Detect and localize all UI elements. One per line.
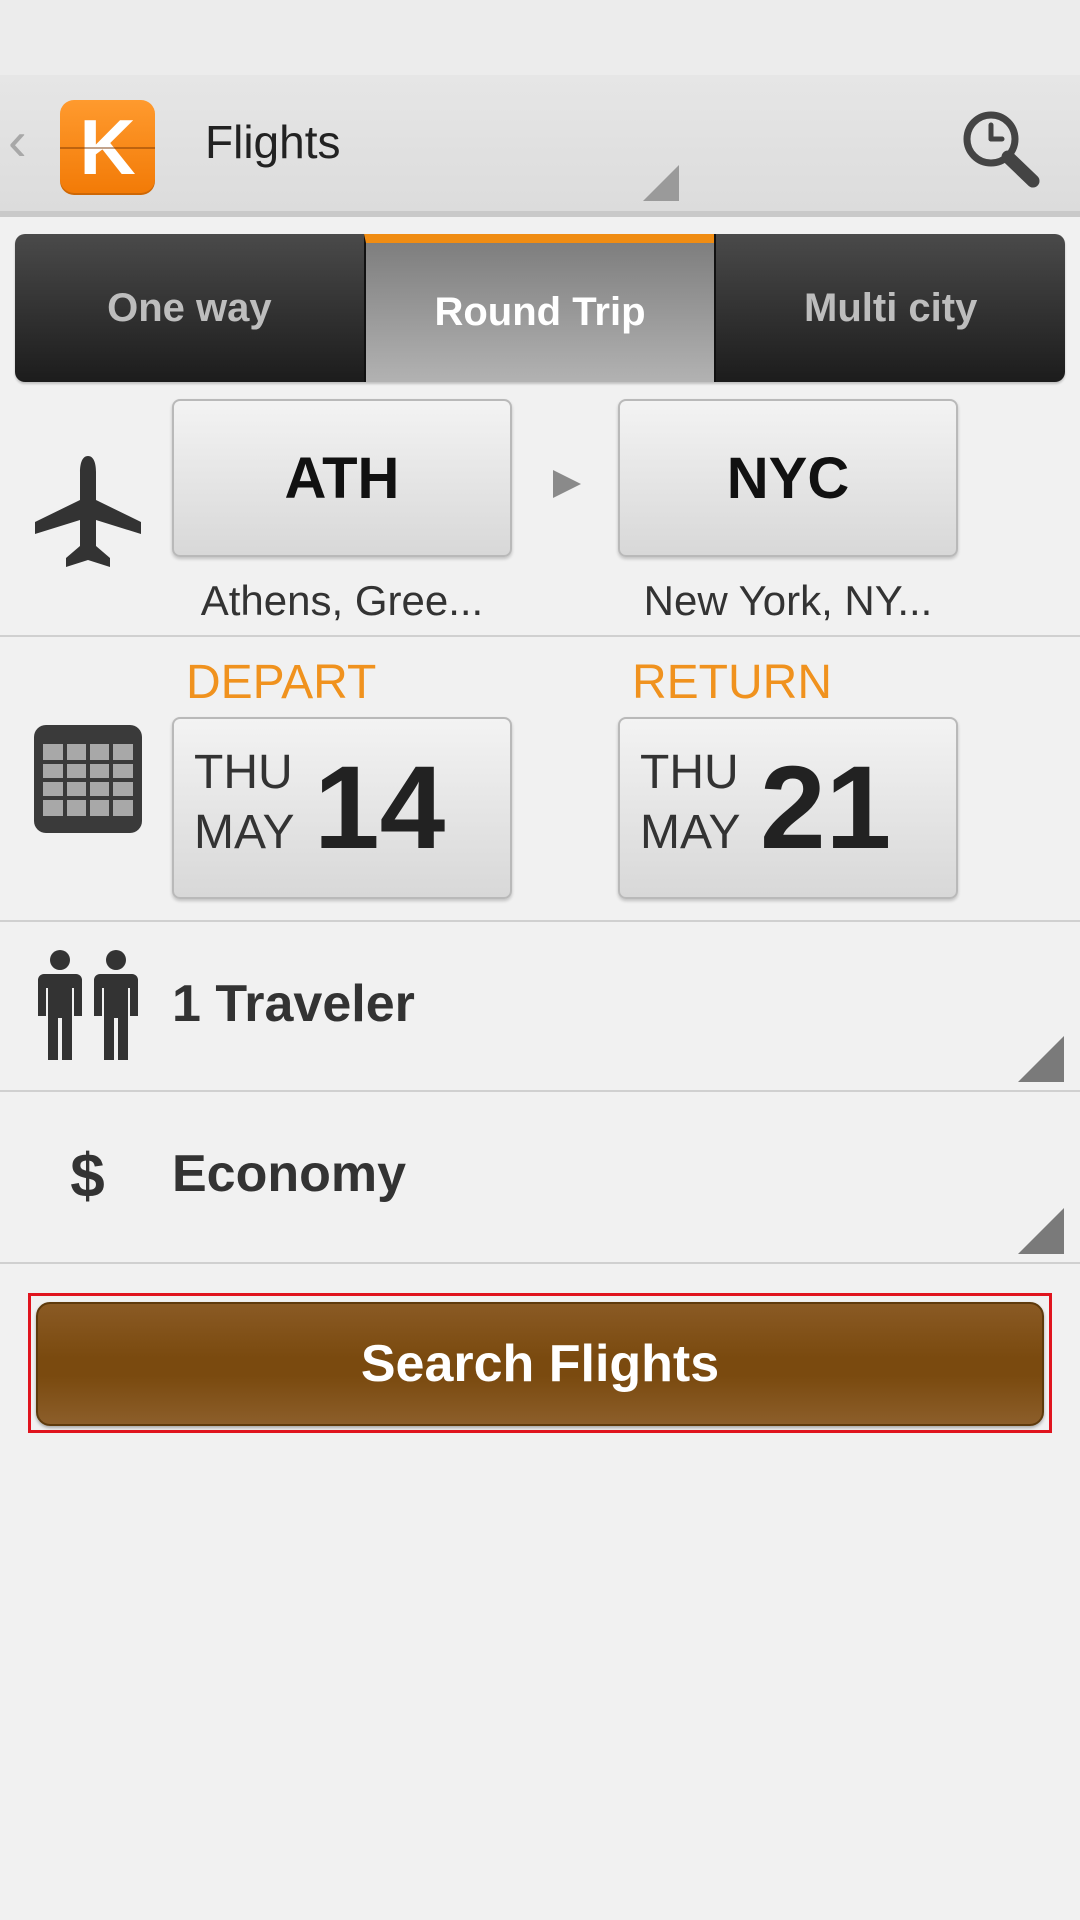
divider (0, 635, 1080, 637)
cabin-class-row[interactable]: $ Economy (0, 1092, 1080, 1260)
calendar-icon (33, 724, 143, 834)
destination-code: NYC (726, 445, 850, 511)
people-icon (30, 948, 145, 1064)
tab-one-way[interactable]: One way (15, 234, 364, 382)
origin-airport-button[interactable]: ATH (172, 399, 512, 557)
tab-multi-city[interactable]: Multi city (714, 234, 1065, 382)
app-logo[interactable]: K (60, 100, 155, 195)
origin-city: Athens, Gree... (200, 577, 484, 624)
depart-day-of-week: THU (194, 746, 293, 799)
return-day: 21 (760, 742, 892, 874)
arrow-right-icon (553, 470, 581, 498)
return-label: RETURN (632, 656, 832, 709)
destination-city: New York, NY... (643, 577, 933, 624)
depart-date-button[interactable]: THU MAY 14 (172, 717, 512, 899)
depart-month: MAY (194, 806, 295, 859)
dropdown-indicator-icon (1018, 1036, 1064, 1082)
airplane-icon (30, 452, 145, 572)
dropdown-indicator-icon (1018, 1208, 1064, 1254)
screen-title[interactable]: Flights (205, 115, 340, 169)
chevron-left-icon[interactable]: ‹ (8, 113, 27, 169)
trip-type-tabs: One way Round Trip Multi city (15, 234, 1065, 382)
status-bar (0, 0, 1080, 75)
origin-code: ATH (284, 445, 400, 511)
destination-airport-button[interactable]: NYC (618, 399, 958, 557)
depart-label: DEPART (186, 656, 377, 709)
action-bar: ‹ K Flights (0, 75, 1080, 217)
logo-split (60, 147, 155, 149)
divider (0, 1262, 1080, 1264)
depart-day: 14 (314, 742, 446, 874)
travelers-value: 1 Traveler (172, 975, 415, 1033)
cabin-class-value: Economy (172, 1145, 407, 1203)
dropdown-indicator-icon[interactable] (643, 165, 679, 201)
return-day-of-week: THU (640, 746, 739, 799)
tab-round-trip[interactable]: Round Trip (363, 234, 715, 382)
return-date-button[interactable]: THU MAY 21 (618, 717, 958, 899)
highlight-box (28, 1293, 1052, 1433)
travelers-row[interactable]: 1 Traveler (0, 922, 1080, 1090)
clock-search-icon[interactable] (955, 105, 1045, 195)
dollar-icon: $ (70, 1141, 105, 1211)
return-month: MAY (640, 806, 741, 859)
